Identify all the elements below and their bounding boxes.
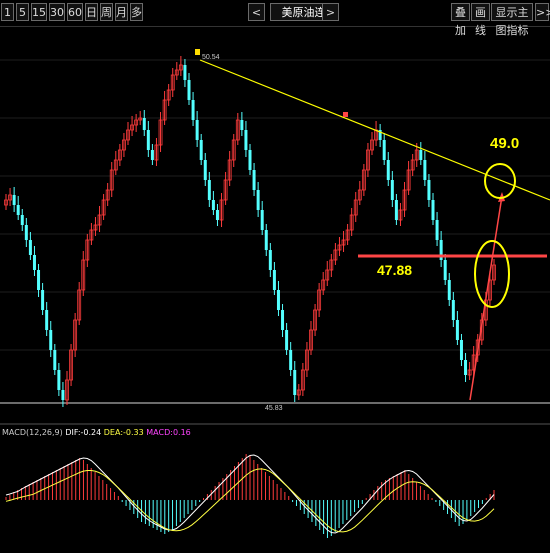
high-marker <box>195 49 200 55</box>
candle-body <box>427 180 431 200</box>
timeframe-button[interactable]: 30 <box>49 3 65 21</box>
candle-body <box>146 130 150 150</box>
timeframe-button[interactable]: 1 <box>1 3 14 21</box>
candlesticks <box>4 56 496 407</box>
candle-body <box>464 360 468 375</box>
candle-body <box>16 205 20 215</box>
macd-dif-value: DIF:-0.24 <box>65 428 102 437</box>
candle-body <box>199 140 203 160</box>
touch-marker <box>343 112 348 117</box>
candle-body <box>203 160 207 180</box>
macd-value: MACD:0.16 <box>146 428 191 437</box>
candle-body <box>244 130 248 150</box>
candle-body <box>289 350 293 370</box>
candle-body <box>142 118 146 130</box>
low-price-label: 45.83 <box>265 405 283 412</box>
highlight-circle-target <box>484 163 516 199</box>
show-main-indicator-button[interactable]: 显示主图指标 <box>491 3 533 37</box>
candle-body <box>276 290 280 310</box>
candle-body <box>256 190 260 210</box>
candle-body <box>390 180 394 200</box>
candle-body <box>431 200 435 220</box>
candle-body <box>386 160 390 180</box>
candle-body <box>195 120 199 140</box>
candle-body <box>382 140 386 160</box>
macd-histogram <box>5 454 495 538</box>
projection-line[interactable] <box>469 195 503 401</box>
candle-body <box>281 310 285 330</box>
macd-legend: MACD(12,26,9) DIF:-0.24 DEA:-0.33 MACD:0… <box>2 428 191 437</box>
candle-body <box>45 310 49 330</box>
candle-body <box>41 290 45 310</box>
macd-name: MACD(12,26,9) <box>2 428 63 437</box>
candle-body <box>268 250 272 270</box>
macd-dea-value: DEA:-0.33 <box>103 428 144 437</box>
target-price-label: 49.0 <box>490 135 520 152</box>
overlay-button[interactable]: 叠加 <box>451 3 470 37</box>
grid <box>0 59 550 351</box>
timeframe-button[interactable]: 多 <box>130 3 143 21</box>
candle-body <box>53 350 57 370</box>
next-symbol-button[interactable]: > <box>322 3 339 21</box>
candle-body <box>455 320 459 340</box>
draw-line-button[interactable]: 画线 <box>471 3 490 37</box>
candle-body <box>183 65 187 80</box>
candle-body <box>252 170 256 190</box>
candle-body <box>447 280 451 300</box>
timeframe-button[interactable]: 月 <box>115 3 128 21</box>
more-button[interactable]: >> <box>535 3 550 21</box>
timeframe-button[interactable]: 周 <box>100 3 113 21</box>
candle-body <box>12 195 16 205</box>
candle-body <box>260 210 264 230</box>
resistance-trendline[interactable] <box>199 59 550 201</box>
candle-body <box>443 260 447 280</box>
candle-body <box>451 300 455 320</box>
level-price-label: 47.88 <box>377 262 413 278</box>
candle-body <box>57 370 61 390</box>
candle-body <box>419 150 423 160</box>
candle-body <box>49 330 53 350</box>
timeframe-button[interactable]: 15 <box>31 3 47 21</box>
chart-svg <box>0 49 550 538</box>
candle-body <box>215 210 219 220</box>
candle-body <box>20 215 24 225</box>
candle-body <box>24 225 28 240</box>
candle-body <box>240 120 244 130</box>
candle-body <box>264 230 268 250</box>
timeframe-button[interactable]: 日 <box>85 3 98 21</box>
candle-body <box>187 80 191 100</box>
candle-body <box>285 330 289 350</box>
candle-body <box>272 270 276 290</box>
candle-body <box>32 255 36 270</box>
candle-body <box>248 150 252 170</box>
candle-body <box>293 370 297 395</box>
candle-body <box>191 100 195 120</box>
candle-body <box>61 390 65 400</box>
high-price-label: 50.54 <box>202 54 220 61</box>
toolbar: 1 5 15 30 60 日周月多 < 美原油连 > 叠加 画线 显示主图指标 >> <box>0 0 550 37</box>
candle-body <box>435 220 439 240</box>
candle-body <box>150 150 154 160</box>
timeframe-button[interactable]: 5 <box>16 3 29 21</box>
candle-body <box>394 200 398 220</box>
candle-body <box>423 160 427 180</box>
candle-body <box>459 340 463 360</box>
candle-body <box>37 270 41 290</box>
highlight-circle-current <box>474 240 510 308</box>
timeframe-button[interactable]: 60 <box>67 3 83 21</box>
prev-symbol-button[interactable]: < <box>248 3 265 21</box>
candle-body <box>207 180 211 200</box>
candle-body <box>211 200 215 210</box>
candle-body <box>28 240 32 255</box>
